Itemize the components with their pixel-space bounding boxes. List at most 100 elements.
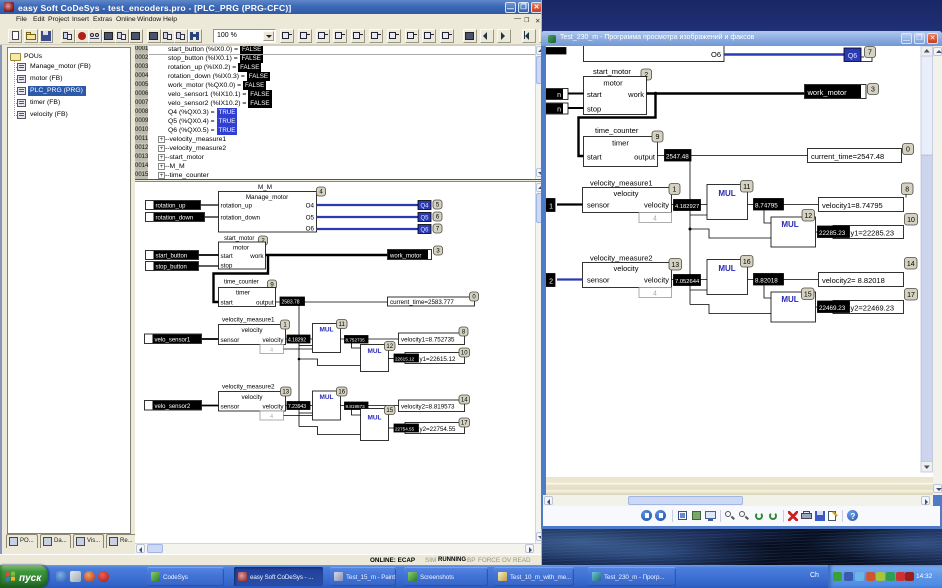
svg-text:motor: motor	[603, 79, 623, 88]
svg-text:MUL: MUL	[718, 264, 735, 273]
svg-text:13: 13	[671, 262, 679, 269]
svg-text:output: output	[634, 153, 656, 162]
svg-text:2: 2	[549, 279, 553, 286]
svg-text:velocity: velocity	[644, 201, 669, 210]
svg-text:Q6: Q6	[420, 227, 429, 233]
svg-text:4: 4	[270, 414, 273, 420]
svg-text:n: n	[557, 92, 561, 99]
svg-text:11: 11	[743, 184, 750, 191]
svg-text:2583.78: 2583.78	[282, 300, 300, 306]
svg-text:motor: motor	[233, 245, 249, 252]
svg-text:rotation_down: rotation_down	[156, 216, 194, 222]
svg-text:y1=22285.23: y1=22285.23	[851, 229, 895, 238]
svg-text:11: 11	[339, 322, 346, 328]
svg-text:start: start	[221, 253, 233, 260]
svg-text:O6: O6	[711, 50, 721, 59]
svg-text:22754.55: 22754.55	[395, 427, 415, 432]
svg-text:velocity: velocity	[242, 394, 264, 401]
svg-text:22615.12: 22615.12	[395, 357, 415, 362]
svg-text:sensor: sensor	[587, 201, 610, 210]
svg-text:time_counter: time_counter	[224, 280, 259, 286]
svg-text:7: 7	[868, 50, 872, 57]
svg-text:3: 3	[871, 87, 875, 94]
svg-text:rotation_down: rotation_down	[221, 215, 261, 222]
svg-text:4: 4	[653, 216, 657, 223]
svg-text:17: 17	[907, 292, 915, 299]
svg-text:stop: stop	[587, 105, 601, 114]
svg-text:work: work	[627, 90, 644, 99]
svg-text:4: 4	[653, 291, 657, 298]
svg-text:8: 8	[905, 186, 909, 193]
svg-text:12: 12	[386, 344, 393, 350]
svg-text:sensor: sensor	[221, 337, 240, 344]
svg-text:22469.23: 22469.23	[819, 305, 846, 312]
svg-text:velocity2=8.819573: velocity2=8.819573	[401, 404, 455, 411]
svg-text:12: 12	[804, 213, 812, 220]
svg-text:start_motor: start_motor	[593, 67, 631, 76]
svg-text:stop_button: stop_button	[156, 265, 187, 271]
svg-text:rotation_up: rotation_up	[221, 203, 253, 210]
svg-text:timer: timer	[236, 290, 250, 297]
svg-text:velocity: velocity	[263, 404, 285, 411]
svg-text:velocity: velocity	[613, 264, 638, 273]
svg-text:14: 14	[461, 398, 468, 404]
svg-text:velocity: velocity	[263, 337, 285, 344]
svg-text:15: 15	[804, 291, 812, 298]
svg-text:0: 0	[906, 147, 910, 154]
svg-text:start_motor: start_motor	[224, 236, 254, 242]
svg-text:16: 16	[338, 390, 345, 396]
svg-text:stop: stop	[221, 263, 233, 270]
svg-text:start: start	[587, 90, 603, 99]
svg-text:1: 1	[673, 187, 677, 194]
svg-text:13: 13	[282, 390, 289, 396]
svg-text:4: 4	[270, 348, 273, 354]
svg-text:10: 10	[907, 217, 915, 224]
svg-text:17: 17	[461, 421, 468, 427]
svg-text:velo_sensor1: velo_sensor1	[155, 338, 191, 344]
svg-text:22285.23: 22285.23	[819, 230, 846, 237]
svg-text:пуск: пуск	[19, 573, 42, 584]
svg-text:8.752735: 8.752735	[346, 338, 366, 343]
svg-text:work: work	[249, 253, 264, 260]
svg-text:current_time=2583.777: current_time=2583.777	[390, 299, 454, 306]
svg-text:n: n	[557, 107, 561, 114]
svg-text:O5: O5	[306, 215, 315, 222]
svg-text:MUL: MUL	[367, 348, 381, 355]
svg-text:output: output	[256, 300, 274, 307]
svg-text:O6: O6	[306, 226, 315, 233]
svg-text:4.18292: 4.18292	[288, 338, 306, 344]
svg-text:velocity_measure1: velocity_measure1	[222, 317, 275, 324]
svg-text:start_button: start_button	[156, 254, 188, 260]
svg-text:Q5: Q5	[420, 215, 429, 221]
svg-text:velocity: velocity	[644, 276, 669, 285]
svg-text:velocity1=8.74795: velocity1=8.74795	[822, 201, 883, 210]
svg-text:MUL: MUL	[319, 394, 333, 401]
svg-text:y2=22754.55: y2=22754.55	[420, 426, 457, 433]
svg-text:timer: timer	[612, 139, 629, 148]
svg-text:sensor: sensor	[221, 404, 240, 411]
svg-text:start: start	[587, 153, 603, 162]
svg-text:velocity_measure2: velocity_measure2	[590, 254, 653, 263]
svg-text:15: 15	[386, 408, 393, 414]
svg-text:1: 1	[549, 204, 553, 211]
svg-text:velo_sensor2: velo_sensor2	[155, 404, 191, 410]
svg-text:velocity_measure1: velocity_measure1	[590, 179, 653, 188]
svg-text:MUL: MUL	[367, 415, 381, 422]
svg-text:start: start	[221, 300, 233, 307]
svg-text:8.82018: 8.82018	[755, 278, 778, 285]
svg-text:Q4: Q4	[420, 203, 429, 209]
svg-text:7.23943: 7.23943	[288, 404, 306, 410]
svg-text:MUL: MUL	[718, 189, 735, 198]
svg-text:MUL: MUL	[781, 295, 798, 304]
svg-text:16: 16	[743, 259, 751, 266]
svg-text:velocity: velocity	[613, 189, 638, 198]
svg-text:MUL: MUL	[781, 220, 798, 229]
svg-text:9: 9	[656, 134, 660, 141]
svg-text:O4: O4	[306, 203, 315, 210]
svg-text:time_counter: time_counter	[595, 126, 639, 135]
svg-text:work_motor: work_motor	[807, 88, 848, 97]
svg-text:Q6: Q6	[848, 53, 857, 60]
svg-text:8.74795: 8.74795	[755, 203, 778, 210]
svg-text:14: 14	[907, 261, 915, 268]
svg-text:velocity1=8.752735: velocity1=8.752735	[401, 337, 455, 344]
